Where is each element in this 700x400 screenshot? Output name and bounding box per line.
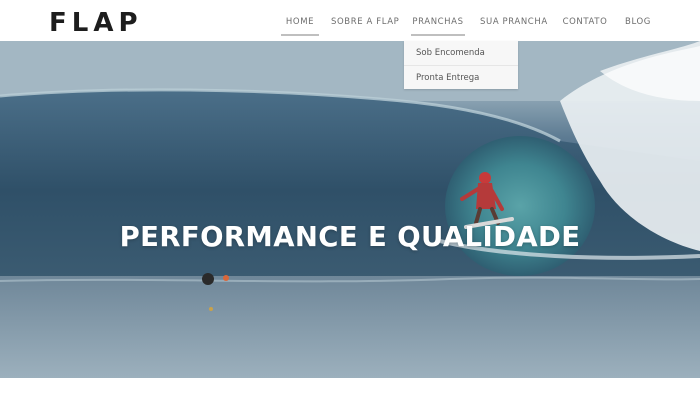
dropdown-item-pronta-entrega[interactable]: Pronta Entrega [404, 65, 518, 89]
main-nav: HOME SOBRE A FLAP PRANCHAS SUA PRANCHA C… [0, 0, 700, 41]
page-bottom-strip [0, 378, 700, 400]
nav-item-sua-prancha[interactable]: SUA PRANCHA [480, 14, 547, 36]
hero-title: PERFORMANCE E QUALIDADE [119, 221, 581, 253]
nav-item-pranchas[interactable]: PRANCHAS [411, 14, 465, 36]
nav-item-contato[interactable]: CONTATO [562, 14, 608, 36]
dropdown-item-sob-encomenda[interactable]: Sob Encomenda [404, 41, 518, 65]
hero-banner: PERFORMANCE E QUALIDADE [0, 41, 700, 378]
pranchas-dropdown-menu: Sob Encomenda Pronta Entrega [404, 41, 518, 89]
nav-item-blog[interactable]: BLOG [624, 14, 652, 36]
nav-item-sobre-a-flap[interactable]: SOBRE A FLAP [331, 14, 399, 36]
nav-item-home[interactable]: HOME [281, 14, 319, 36]
hero-wave-photo [0, 41, 700, 378]
site-header: FLAP HOME SOBRE A FLAP PRANCHAS SUA PRAN… [0, 0, 700, 41]
swimmer-head [202, 273, 214, 285]
